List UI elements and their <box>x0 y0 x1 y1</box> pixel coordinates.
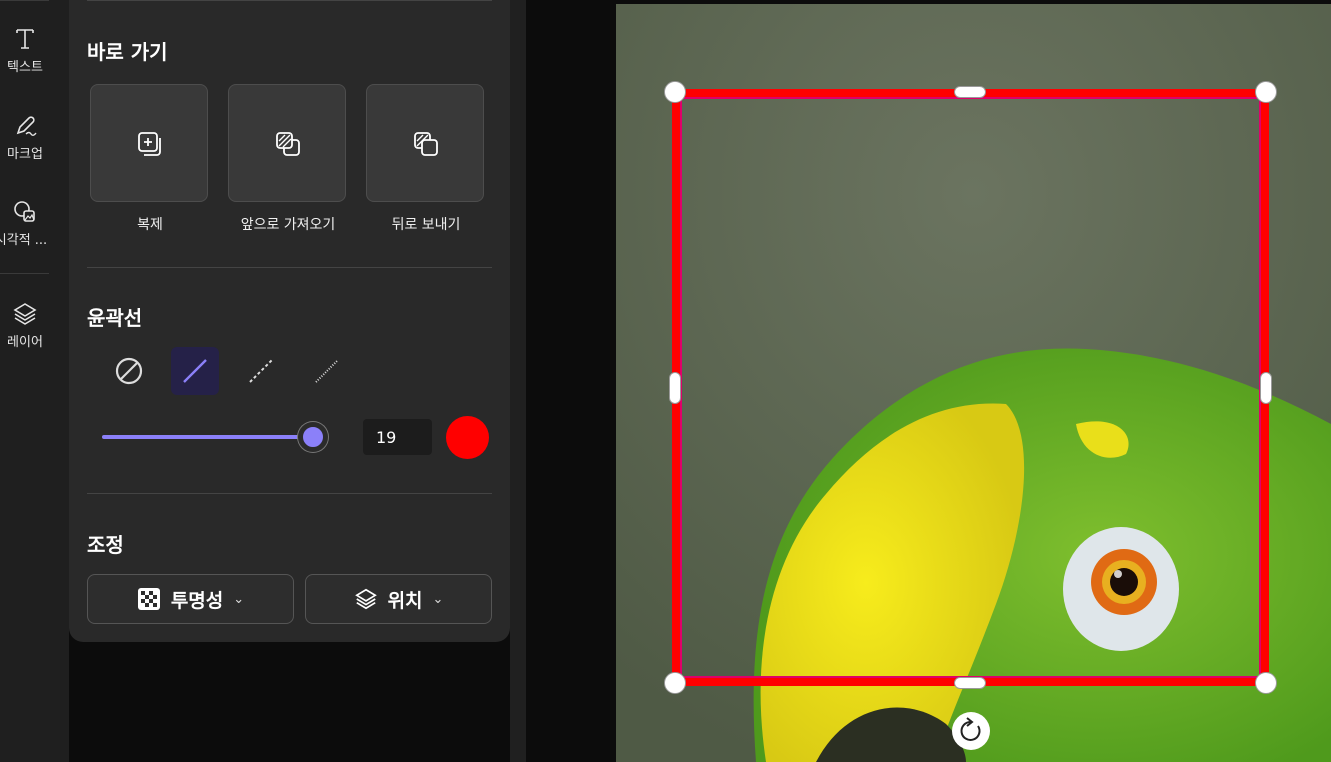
quick-actions-title: 바로 가기 <box>87 40 168 64</box>
dashed-line-icon <box>249 359 273 383</box>
position-dropdown[interactable]: 위치 ⌄ <box>305 574 492 624</box>
section-divider <box>87 267 492 268</box>
send-backward-icon <box>414 132 438 156</box>
outline-width-slider-track[interactable] <box>102 435 314 439</box>
none-icon <box>115 357 143 385</box>
dotted-line-icon <box>315 359 339 383</box>
resize-handle-bottom[interactable] <box>954 677 986 689</box>
rail-item-label: 시각적 ... <box>0 233 48 248</box>
opacity-label: 투명성 <box>170 589 224 612</box>
outline-title: 윤곽선 <box>87 306 143 330</box>
rail-divider <box>0 0 49 1</box>
rail-item-label: 레이어 <box>7 335 43 350</box>
resize-handle-bottom-left[interactable] <box>664 672 686 694</box>
duplicate-icon <box>138 132 161 156</box>
chevron-down-icon: ⌄ <box>432 591 444 607</box>
visual-icon <box>14 201 35 222</box>
outline-solid-option[interactable] <box>171 347 219 395</box>
adjust-title: 조정 <box>87 533 124 557</box>
outline-width-slider-thumb[interactable] <box>298 422 328 452</box>
rail-item-layers[interactable]: 레이어 <box>0 301 50 350</box>
pen-icon <box>16 116 37 136</box>
send-backward-button[interactable] <box>366 84 484 202</box>
outline-dotted-option[interactable] <box>303 347 351 395</box>
rail-item-markup[interactable]: 마크업 <box>0 113 50 162</box>
duplicate-button[interactable] <box>90 84 208 202</box>
section-divider <box>87 0 492 1</box>
resize-handle-bottom-right[interactable] <box>1255 672 1277 694</box>
duplicate-label: 복제 <box>137 217 163 233</box>
left-toolbar: 텍스트 마크업 시각적 ... 레이어 <box>0 0 69 762</box>
outline-color-swatch[interactable] <box>446 416 489 459</box>
outline-none-option[interactable] <box>105 347 153 395</box>
rail-item-label: 마크업 <box>7 147 43 162</box>
outline-dashed-option[interactable] <box>237 347 285 395</box>
rail-item-label: 텍스트 <box>7 60 43 75</box>
panel-gutter <box>510 0 526 762</box>
resize-handle-top-left[interactable] <box>664 81 686 103</box>
checkerboard-icon <box>137 588 160 610</box>
layers-icon <box>13 303 37 325</box>
resize-handle-top[interactable] <box>954 86 986 98</box>
resize-handle-right[interactable] <box>1260 372 1272 404</box>
rotate-icon <box>960 717 981 741</box>
bring-forward-label: 앞으로 가져오기 <box>240 217 336 233</box>
resize-handle-top-right[interactable] <box>1255 81 1277 103</box>
text-icon <box>16 29 34 49</box>
section-divider <box>87 493 492 494</box>
bring-forward-icon <box>276 132 300 156</box>
resize-handle-left[interactable] <box>669 372 681 404</box>
selection-box[interactable] <box>672 89 1269 686</box>
rotate-handle[interactable] <box>952 712 990 750</box>
position-label: 위치 <box>387 589 423 612</box>
send-backward-label: 뒤로 보내기 <box>391 217 461 233</box>
opacity-dropdown[interactable]: 투명성 ⌄ <box>87 574 294 624</box>
rail-item-visual[interactable]: 시각적 ... <box>0 199 50 248</box>
rail-divider <box>0 273 49 274</box>
bring-forward-button[interactable] <box>228 84 346 202</box>
chevron-down-icon: ⌄ <box>233 591 245 607</box>
rail-item-text[interactable]: 텍스트 <box>0 26 50 75</box>
outline-width-input[interactable] <box>363 419 432 455</box>
solid-line-icon <box>183 359 207 383</box>
layers-icon <box>354 588 377 610</box>
